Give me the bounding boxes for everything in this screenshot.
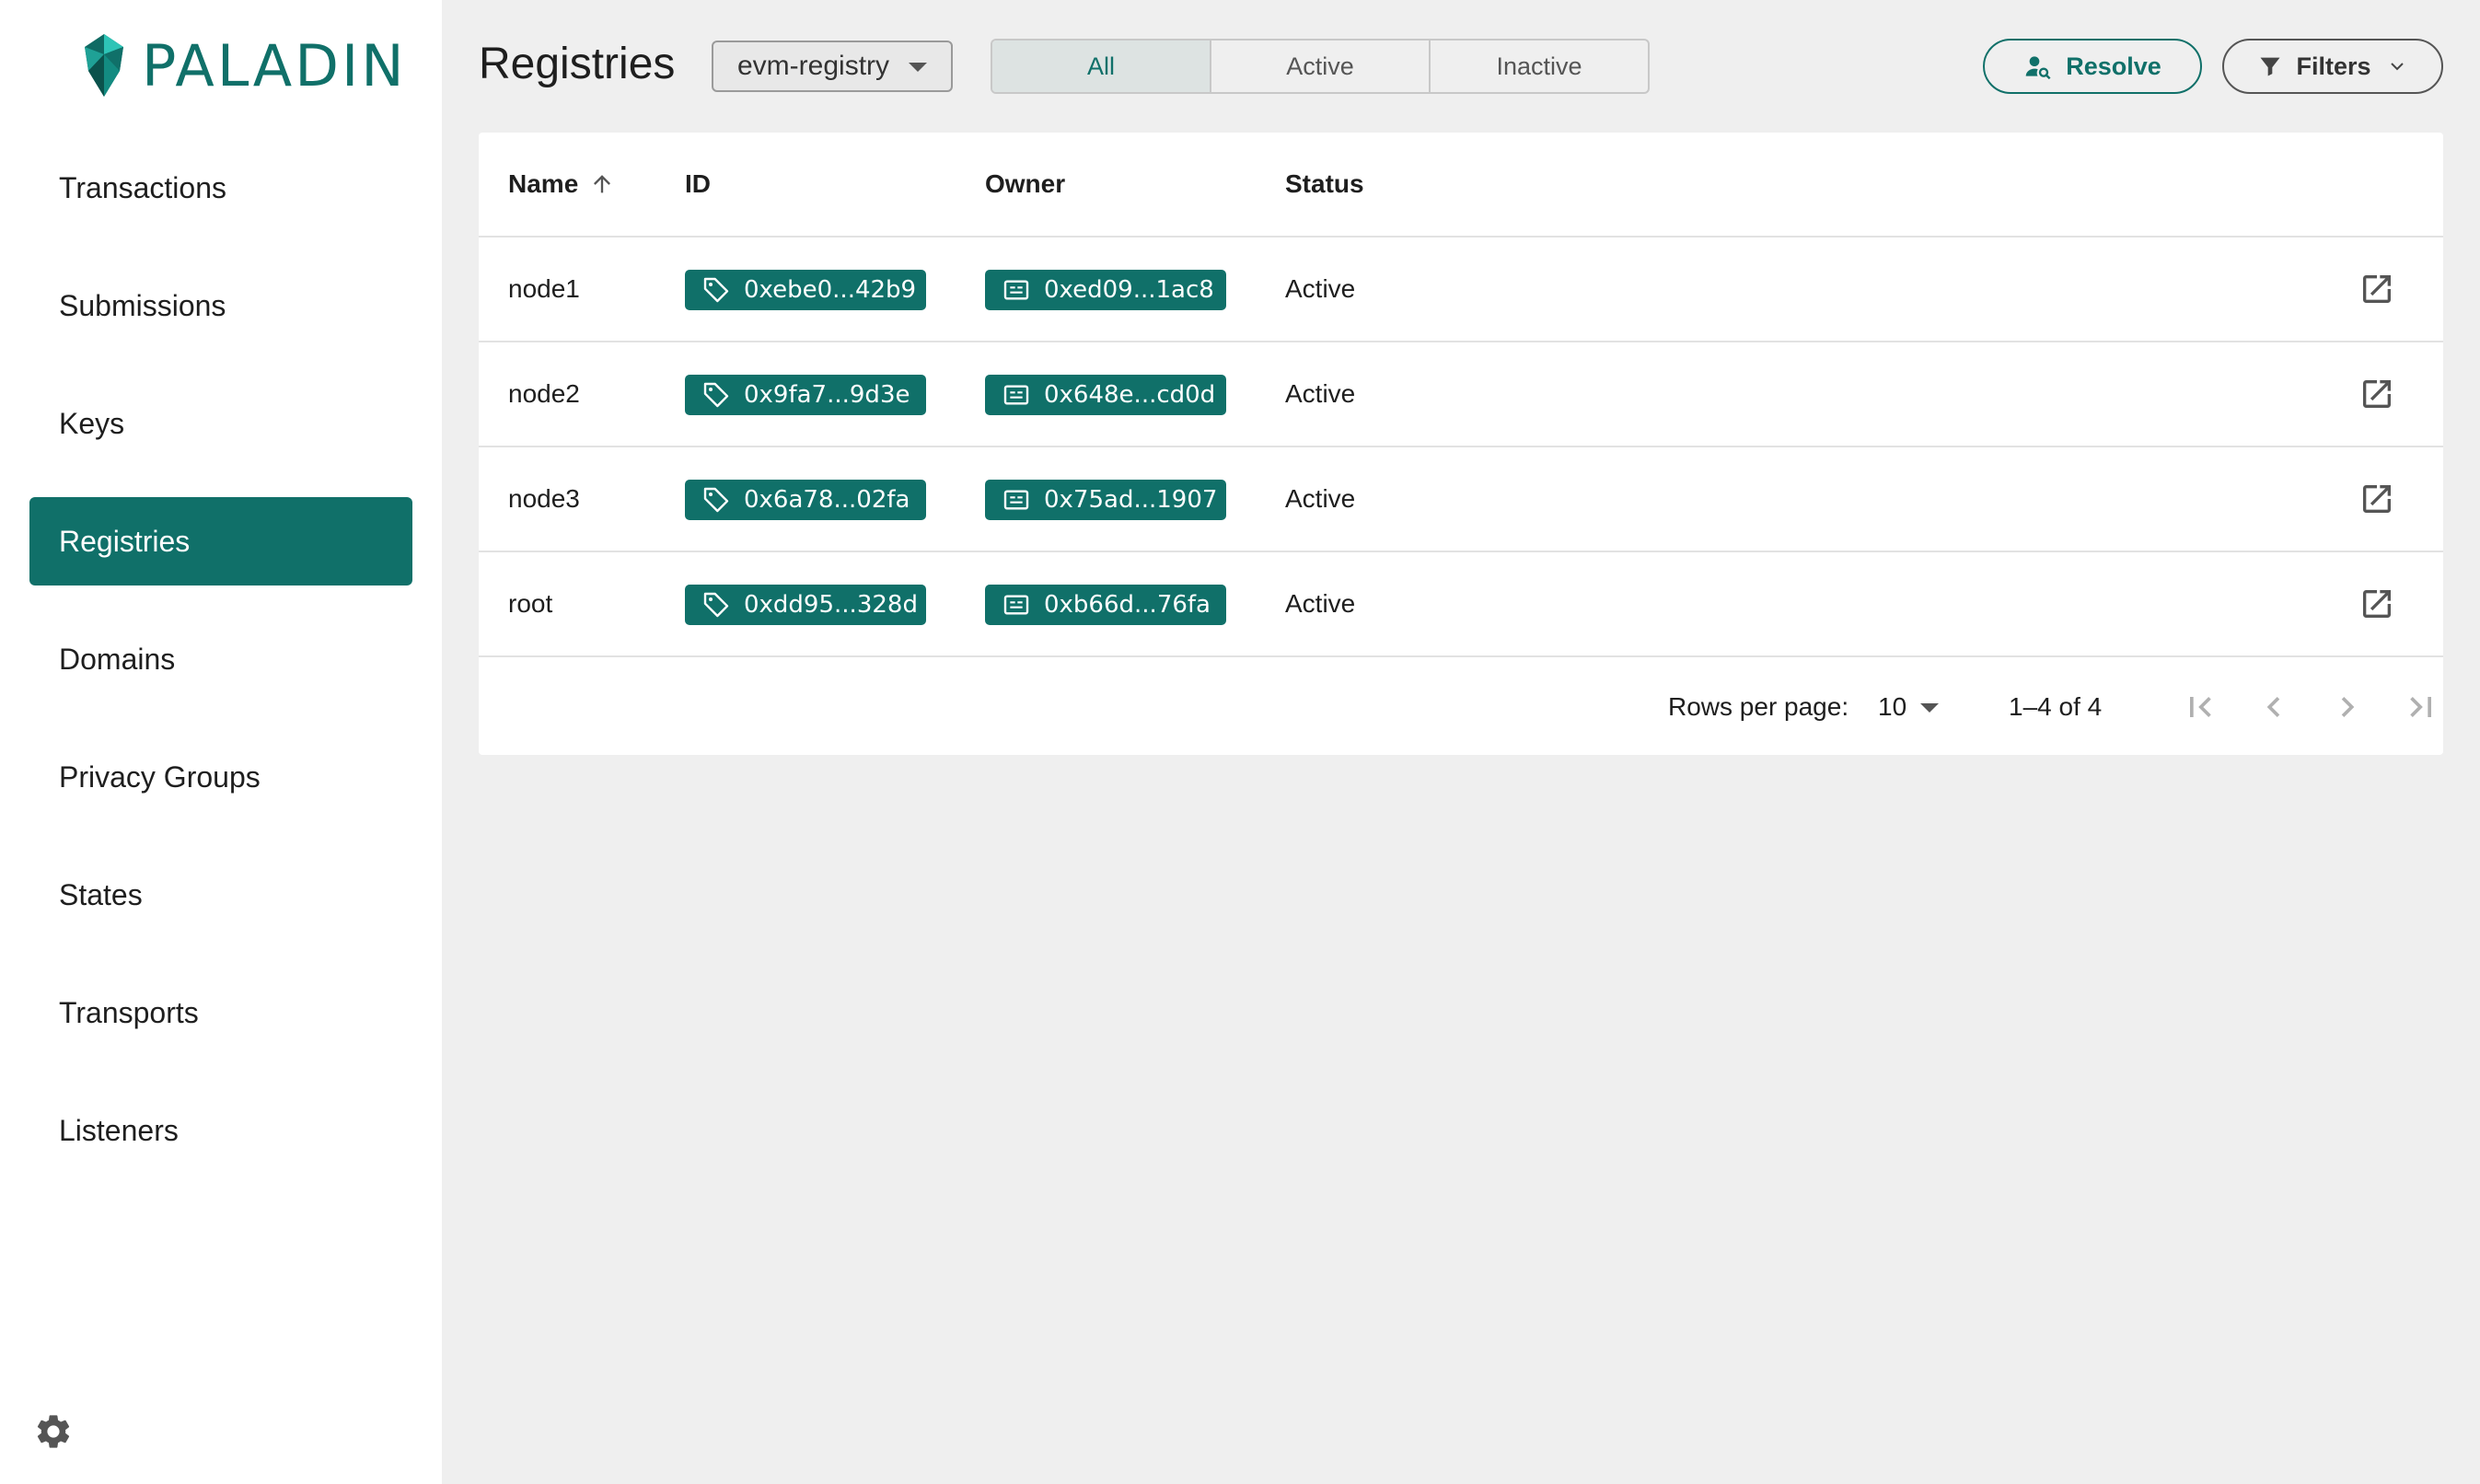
- registries-table: Name ID Owner Status node1 0xebe0...42b9…: [479, 133, 2443, 755]
- id-value: 0xebe0...42b9: [744, 276, 917, 304]
- pagination: Rows per page: 10 1–4 of 4: [479, 659, 2443, 755]
- next-page-icon[interactable]: [2327, 687, 2368, 727]
- chevron-down-icon: [2390, 63, 2404, 71]
- filters-button[interactable]: Filters: [2222, 39, 2443, 94]
- row-status: Active: [1285, 484, 1356, 513]
- row-status: Active: [1285, 274, 1356, 303]
- row-name: root: [508, 589, 553, 618]
- row-name: node1: [508, 274, 580, 303]
- table-row[interactable]: node3 0x6a78...02fa 0x75ad...1907 Active: [479, 447, 2443, 552]
- sidebar-item-states[interactable]: States: [29, 851, 412, 939]
- page-title: Registries: [479, 40, 676, 88]
- registry-select-value: evm-registry: [737, 51, 890, 81]
- owner-chip[interactable]: 0x75ad...1907: [985, 480, 1226, 520]
- owner-value: 0x648e...cd0d: [1044, 381, 1216, 409]
- person-search-icon: [2025, 56, 2051, 80]
- tag-icon: [703, 382, 729, 408]
- sidebar-item-transports[interactable]: Transports: [29, 968, 412, 1057]
- sidebar-item-transactions[interactable]: Transactions: [29, 144, 412, 232]
- tag-icon: [703, 277, 729, 303]
- open-in-new-icon[interactable]: [2358, 481, 2395, 517]
- tag-icon: [703, 592, 729, 618]
- toggle-all[interactable]: All: [992, 41, 1211, 92]
- id-chip[interactable]: 0x6a78...02fa: [685, 480, 926, 520]
- first-page-icon[interactable]: [2180, 687, 2220, 727]
- id-value: 0x9fa7...9d3e: [744, 381, 910, 409]
- owner-chip[interactable]: 0x648e...cd0d: [985, 375, 1226, 415]
- filters-label: Filters: [2296, 52, 2371, 80]
- table-row[interactable]: node2 0x9fa7...9d3e 0x648e...cd0d Active: [479, 342, 2443, 447]
- rows-per-page-label: Rows per page:: [1668, 692, 1849, 721]
- column-header-name-label: Name: [508, 169, 579, 198]
- table-header: Name ID Owner Status: [479, 133, 2443, 238]
- open-in-new-icon[interactable]: [2358, 585, 2395, 622]
- sidebar: PALADIN Transactions Submissions Keys Re…: [0, 0, 442, 1484]
- rows-per-page-select[interactable]: 10: [1878, 692, 1906, 722]
- table-row[interactable]: root 0xdd95...328d 0xb66d...76fa Active: [479, 552, 2443, 657]
- resolve-label: Resolve: [2066, 52, 2161, 80]
- column-header-status[interactable]: Status: [1285, 169, 1364, 199]
- open-in-new-icon[interactable]: [2358, 271, 2395, 307]
- row-name: node3: [508, 484, 580, 513]
- chevron-down-icon[interactable]: [1920, 703, 1939, 713]
- owner-value: 0xed09...1ac8: [1044, 276, 1214, 304]
- logo-text: PALADIN: [142, 31, 407, 99]
- toggle-active[interactable]: Active: [1211, 41, 1431, 92]
- resolve-button[interactable]: Resolve: [1983, 39, 2202, 94]
- id-value: 0x6a78...02fa: [744, 486, 910, 514]
- sidebar-item-submissions[interactable]: Submissions: [29, 261, 412, 350]
- id-chip[interactable]: 0xdd95...328d: [685, 585, 926, 625]
- id-card-icon: [1003, 595, 1029, 615]
- table-row[interactable]: node1 0xebe0...42b9 0xed09...1ac8 Active: [479, 238, 2443, 342]
- owner-chip[interactable]: 0xb66d...76fa: [985, 585, 1226, 625]
- row-status: Active: [1285, 589, 1356, 618]
- id-chip[interactable]: 0xebe0...42b9: [685, 270, 926, 310]
- sidebar-item-privacy-groups[interactable]: Privacy Groups: [29, 733, 412, 821]
- id-card-icon: [1003, 280, 1029, 300]
- previous-page-icon[interactable]: [2254, 687, 2294, 727]
- column-header-owner[interactable]: Owner: [985, 169, 1065, 199]
- sidebar-item-registries[interactable]: Registries: [29, 497, 412, 585]
- gear-icon[interactable]: [33, 1411, 74, 1452]
- chevron-down-icon: [909, 63, 927, 72]
- logo[interactable]: PALADIN: [81, 31, 407, 99]
- paladin-logo-icon: [85, 34, 123, 97]
- row-status: Active: [1285, 379, 1356, 408]
- open-in-new-icon[interactable]: [2358, 376, 2395, 412]
- sidebar-item-domains[interactable]: Domains: [29, 615, 412, 703]
- owner-value: 0x75ad...1907: [1044, 486, 1218, 514]
- id-chip[interactable]: 0x9fa7...9d3e: [685, 375, 926, 415]
- owner-chip[interactable]: 0xed09...1ac8: [985, 270, 1226, 310]
- status-toggle-group: All Active Inactive: [991, 39, 1650, 94]
- column-header-name[interactable]: Name: [508, 169, 615, 199]
- owner-value: 0xb66d...76fa: [1044, 591, 1211, 619]
- sidebar-item-listeners[interactable]: Listeners: [29, 1086, 412, 1175]
- last-page-icon[interactable]: [2401, 687, 2441, 727]
- row-name: node2: [508, 379, 580, 408]
- toggle-inactive[interactable]: Inactive: [1431, 41, 1648, 92]
- tag-icon: [703, 487, 729, 513]
- sort-arrow-up-icon[interactable]: [589, 171, 615, 197]
- registry-select[interactable]: evm-registry: [712, 41, 953, 92]
- sidebar-item-keys[interactable]: Keys: [29, 379, 412, 468]
- filter-icon: [2260, 57, 2280, 76]
- id-card-icon: [1003, 490, 1029, 510]
- id-card-icon: [1003, 385, 1029, 405]
- pagination-range: 1–4 of 4: [2009, 692, 2103, 721]
- id-value: 0xdd95...328d: [744, 591, 918, 619]
- column-header-id[interactable]: ID: [685, 169, 711, 199]
